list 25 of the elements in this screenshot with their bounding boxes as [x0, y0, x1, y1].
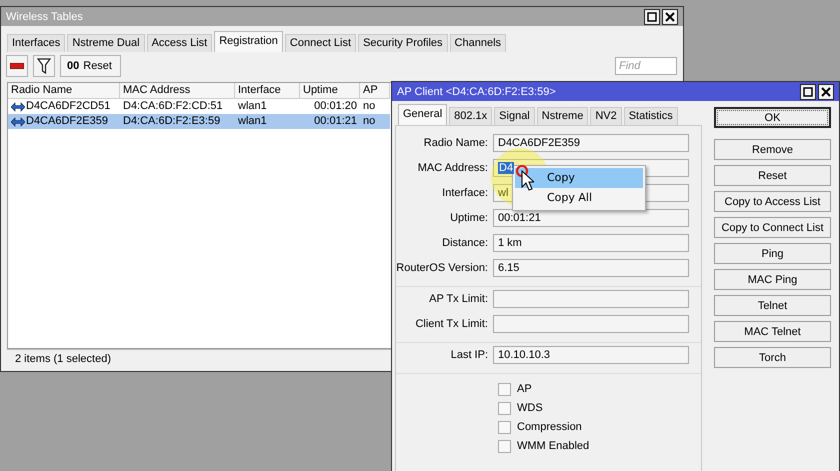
field-label: MAC Address: — [416, 162, 489, 174]
checkbox-label: Compression — [517, 421, 582, 433]
field-label: AP Tx Limit: — [428, 293, 489, 305]
field-label: Client Tx Limit: — [414, 318, 489, 330]
table-cell: 00:01:20 — [314, 99, 357, 114]
table-cell: D4:CA:6D:F2:E3:59 — [123, 114, 220, 129]
table-cell: wlan1 — [238, 114, 267, 129]
table-cell: no — [363, 114, 376, 129]
field-label: Distance: — [441, 237, 489, 249]
table-cell: wlan1 — [238, 99, 267, 114]
field-label: Last IP: — [450, 349, 489, 361]
field-label: Interface: — [441, 187, 489, 199]
checkbox-label: WMM Enabled — [517, 440, 590, 452]
table-cell: D4:CA:6D:F2:CD:51 — [123, 99, 223, 114]
table-cell: 00:01:21 — [314, 114, 357, 129]
table-cell: D4CA6DF2CD51 — [26, 99, 110, 114]
field-label: Uptime: — [449, 212, 489, 224]
window-title: AP Client <D4:CA:6D:F2:E3:59> — [397, 86, 556, 98]
checkbox-label: WDS — [517, 402, 543, 414]
field-label: Radio Name: — [422, 137, 489, 149]
window-title: Wireless Tables — [6, 10, 83, 22]
field-label: RouterOS Version: — [396, 262, 489, 274]
table-cell: no — [363, 99, 376, 114]
table-cell: D4CA6DF2E359 — [26, 114, 108, 129]
checkbox-label: AP — [517, 383, 532, 395]
